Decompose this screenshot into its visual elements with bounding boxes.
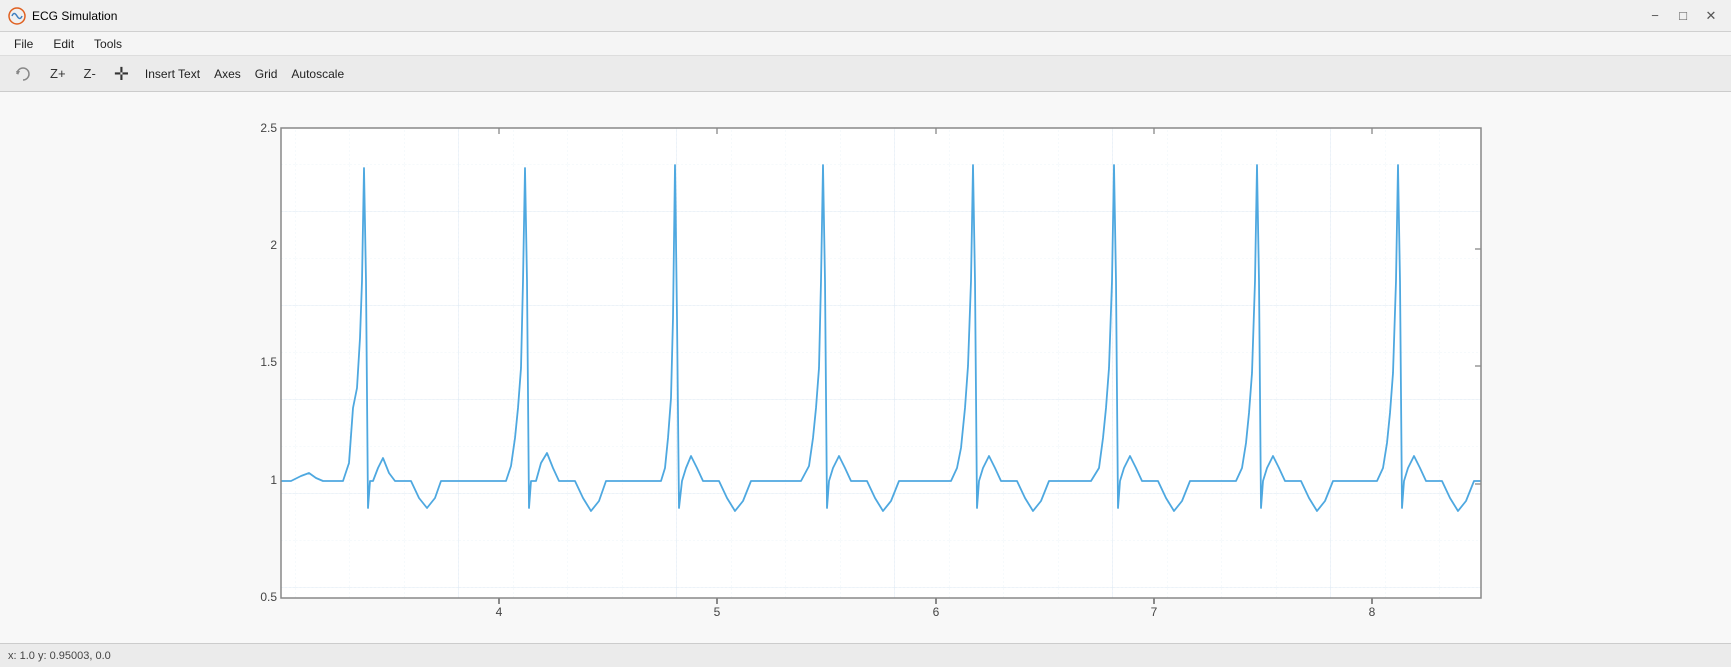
y-label-1-5: 1.5 bbox=[260, 355, 277, 369]
zoom-in-button[interactable]: Z+ bbox=[44, 61, 72, 87]
zoom-out-button[interactable]: Z- bbox=[78, 61, 102, 87]
rotate-icon bbox=[14, 65, 32, 83]
main-content: 2.5 2 1.5 1 0.5 4 5 6 7 8 bbox=[0, 92, 1731, 643]
y-label-2: 2 bbox=[270, 238, 277, 252]
minimize-button[interactable]: − bbox=[1643, 4, 1667, 28]
ecg-chart[interactable]: 2.5 2 1.5 1 0.5 4 5 6 7 8 bbox=[241, 118, 1491, 618]
x-label-6: 6 bbox=[932, 605, 939, 618]
move-icon: ✛ bbox=[114, 65, 129, 83]
x-label-4: 4 bbox=[495, 605, 502, 618]
move-button[interactable]: ✛ bbox=[108, 61, 135, 87]
toolbar: Z+ Z- ✛ Insert Text Axes Grid Autoscale bbox=[0, 56, 1731, 92]
y-label-0-5: 0.5 bbox=[260, 590, 277, 604]
title-bar-left: ECG Simulation bbox=[8, 7, 117, 25]
insert-text-button[interactable]: Insert Text bbox=[141, 65, 204, 83]
y-label-2-5: 2.5 bbox=[260, 121, 277, 135]
rotate-button[interactable] bbox=[8, 61, 38, 87]
x-label-8: 8 bbox=[1368, 605, 1375, 618]
menu-bar: File Edit Tools bbox=[0, 32, 1731, 56]
menu-file[interactable]: File bbox=[4, 35, 43, 53]
window-title: ECG Simulation bbox=[32, 9, 117, 23]
menu-tools[interactable]: Tools bbox=[84, 35, 132, 53]
grid-button[interactable]: Grid bbox=[251, 65, 282, 83]
chart-container: 2.5 2 1.5 1 0.5 4 5 6 7 8 bbox=[241, 118, 1491, 618]
status-bar: x: 1.0 y: 0.95003, 0.0 bbox=[0, 643, 1731, 667]
close-button[interactable]: ✕ bbox=[1699, 4, 1723, 28]
x-label-7: 7 bbox=[1150, 605, 1157, 618]
axes-button[interactable]: Axes bbox=[210, 65, 245, 83]
status-text: x: 1.0 y: 0.95003, 0.0 bbox=[8, 650, 111, 662]
autoscale-button[interactable]: Autoscale bbox=[287, 65, 348, 83]
app-logo-icon bbox=[8, 7, 26, 25]
menu-edit[interactable]: Edit bbox=[43, 35, 84, 53]
y-label-1: 1 bbox=[270, 473, 277, 487]
maximize-button[interactable]: □ bbox=[1671, 4, 1695, 28]
x-label-5: 5 bbox=[713, 605, 720, 618]
title-bar: ECG Simulation − □ ✕ bbox=[0, 0, 1731, 32]
title-bar-controls: − □ ✕ bbox=[1643, 4, 1723, 28]
